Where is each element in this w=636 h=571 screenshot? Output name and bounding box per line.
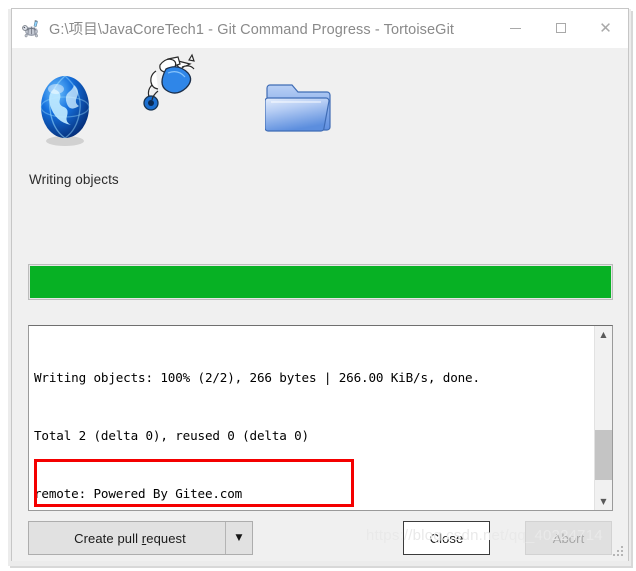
maximize-icon (555, 23, 566, 33)
pr-label-part1: Create pull (74, 530, 142, 546)
maximize-button[interactable] (538, 9, 583, 47)
scrollbar-thumb[interactable] (595, 430, 612, 480)
status-text: Writing objects (29, 172, 119, 187)
globe-icon (34, 71, 96, 149)
close-window-button[interactable]: ✕ (583, 9, 628, 47)
resize-grip[interactable] (613, 546, 625, 558)
log-line-text: Writing objects: 100% (2/2), 266 bytes |… (34, 370, 480, 386)
dialog-button-bar: Create pull request ▼ Close Abort (12, 521, 628, 561)
transfer-animation-strip (12, 49, 628, 169)
log-line-text: Total 2 (delta 0), reused 0 (delta 0) (34, 428, 309, 443)
log-line-text: remote: Powered By Gitee.com (34, 485, 243, 501)
command-output-log[interactable]: Writing objects: 100% (2/2), 266 bytes |… (28, 325, 613, 511)
minimize-icon (510, 27, 521, 29)
scroll-down-icon[interactable]: ▼ (595, 493, 612, 510)
title-bar[interactable]: G:\项目\JavaCoreTech1 - Git Command Progre… (12, 9, 628, 49)
log-scrollbar[interactable]: ▲ ▼ (594, 326, 612, 510)
log-line: Total 2 (delta 0), reused 0 (delta 0) (34, 426, 594, 445)
create-pull-request-label: Create pull request (29, 531, 225, 546)
create-pull-request-button[interactable]: Create pull request ▼ (28, 521, 253, 555)
close-button[interactable]: Close (403, 521, 490, 555)
abort-button: Abort (525, 521, 612, 555)
pr-label-part2: equest (146, 530, 186, 546)
screenshot-root: G:\项目\JavaCoreTech1 - Git Command Progre… (0, 0, 636, 571)
close-icon: ✕ (599, 19, 612, 37)
chevron-down-icon[interactable]: ▼ (225, 522, 252, 554)
folder-icon (264, 71, 333, 137)
dialog-client-area: Writing objects Writing objects: 100% (2… (12, 49, 628, 561)
minimize-button[interactable] (493, 9, 538, 47)
log-line: remote: Powered By Gitee.com (34, 484, 594, 503)
git-command-progress-window: G:\项目\JavaCoreTech1 - Git Command Progre… (11, 8, 629, 561)
window-title: G:\项目\JavaCoreTech1 - Git Command Progre… (49, 22, 455, 38)
tortoisegit-turtle-icon (21, 19, 41, 39)
log-line: Writing objects: 100% (2/2), 266 bytes |… (34, 368, 594, 387)
flying-papers-icon (132, 51, 206, 123)
progress-bar (28, 264, 613, 300)
window-controls: ✕ (493, 9, 628, 48)
log-text-content[interactable]: Writing objects: 100% (2/2), 266 bytes |… (29, 326, 594, 510)
scrollbar-track[interactable] (595, 343, 612, 493)
progress-bar-fill (30, 266, 611, 298)
scroll-up-icon[interactable]: ▲ (595, 326, 612, 343)
